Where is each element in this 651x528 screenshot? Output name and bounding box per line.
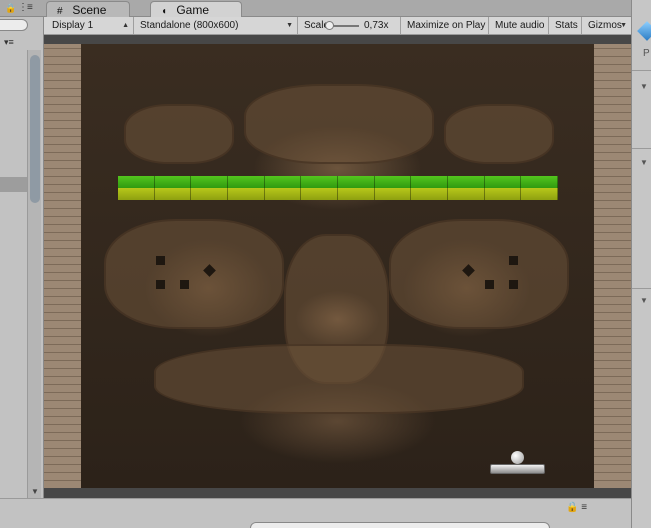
brick [484,188,522,200]
background-structure [389,219,569,329]
brick [521,176,559,188]
brick [411,188,449,200]
lock-menu-icons[interactable]: 🔒 ≡ [566,502,587,513]
brick [484,176,522,188]
tab-scene-label: Scene [72,3,107,17]
tab-game-label: Game [176,3,210,17]
brick [228,176,265,188]
tab-scene[interactable]: # Scene [46,1,130,17]
cube-icon [637,21,651,41]
left-wall [44,44,81,488]
project-search-input[interactable] [250,522,550,528]
scroll-down-icon[interactable]: ▼ [31,487,39,496]
editor-tab-bar: 🔒 ⋮≡ # Scene ◖ Game [0,0,651,17]
divider [632,70,651,71]
background-window [180,280,189,289]
scrollbar-thumb[interactable] [30,55,40,203]
brick [374,176,412,188]
background-structure [154,344,524,414]
brick [191,188,229,200]
display-dropdown[interactable]: Display 1 ▲▼ [46,17,134,46]
brick [154,188,192,200]
hierarchy-panel: ▾≡ ▼ [0,17,44,528]
gizmos-dropdown[interactable]: Gizmos ▼ [582,17,631,34]
hierarchy-search-input[interactable] [0,19,28,31]
maximize-on-play-toggle[interactable]: Maximize on Play [401,17,489,34]
paddle [490,464,545,474]
game-pacman-icon: ◖ [161,6,168,17]
aspect-dropdown[interactable]: Standalone (800x600) ▼ [134,17,298,34]
brick [448,188,485,200]
brick [154,176,192,188]
background-structure [444,104,554,164]
background-structure [124,104,234,164]
brick [301,176,339,188]
brick [264,188,302,200]
brick [118,188,155,200]
brick [374,188,412,200]
selected-row[interactable] [0,177,27,192]
scale-control: Scale 0,73x [298,17,401,34]
inspector-panel: P ▼ ▼ ▼ [631,0,651,528]
brick [338,176,375,188]
gizmos-label: Gizmos [588,20,622,31]
background-window [156,280,165,289]
background-structure [104,219,284,329]
brick-row-green [118,176,559,188]
foldout-triangle-icon[interactable]: ▼ [640,158,648,167]
game-viewport[interactable] [44,44,631,488]
right-wall [594,44,631,488]
scale-value: 0,73x [364,20,389,31]
brick [301,188,339,200]
foldout-triangle-icon[interactable]: ▼ [640,82,648,91]
vertical-scrollbar[interactable] [27,50,41,518]
display-label: Display 1 [52,20,94,31]
scale-slider-knob[interactable] [325,21,334,30]
brick [228,188,265,200]
foldout-triangle-icon[interactable]: ▼ [640,296,648,305]
divider [632,288,651,289]
inspector-letter: P [643,48,650,59]
mute-label: Mute audio [495,20,545,31]
mute-audio-toggle[interactable]: Mute audio [489,17,549,34]
brick [264,176,302,188]
ball [511,451,524,464]
scene-grid-icon: # [57,6,63,17]
panel-menu-icon[interactable]: ▾≡ [4,37,14,48]
brick [118,176,155,188]
stats-toggle[interactable]: Stats [549,17,582,34]
chevron-down-icon: ▼ [620,22,627,29]
project-panel-header: 🔒 ≡ [0,498,631,528]
brick [338,188,375,200]
brick-wall [118,176,559,200]
background-structure [244,84,434,164]
background-window [509,256,518,265]
brick [521,188,559,200]
maximize-label: Maximize on Play [407,20,486,31]
brick-row-yellow [118,188,559,200]
lock-icon[interactable]: 🔒 [5,3,16,13]
tab-game[interactable]: ◖ Game [150,1,242,17]
tab-menu-icon[interactable]: ⋮≡ [18,2,33,13]
brick [411,176,449,188]
stats-label: Stats [555,20,578,31]
game-toolbar: Display 1 ▲▼ Standalone (800x600) ▼ Scal… [44,17,631,46]
background-window [509,280,518,289]
chevron-down-icon: ▼ [286,22,293,29]
background-window [485,280,494,289]
brick [191,176,229,188]
divider [632,148,651,149]
aspect-label: Standalone (800x600) [140,20,239,31]
brick [448,176,485,188]
background-window [156,256,165,265]
